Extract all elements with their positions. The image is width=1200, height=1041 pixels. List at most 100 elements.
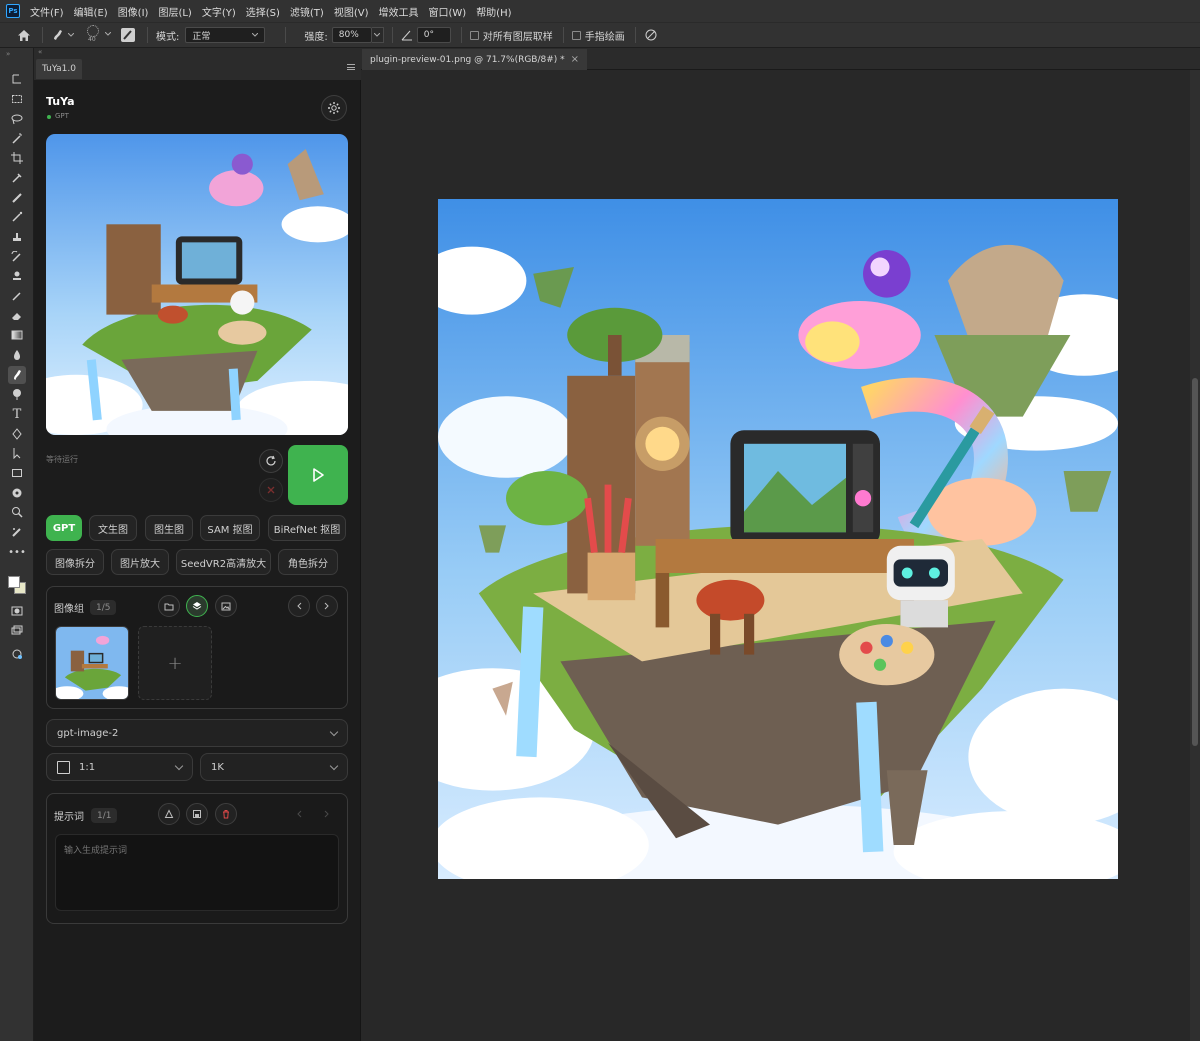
image-button[interactable] bbox=[215, 595, 237, 617]
eyedropper-tool-icon[interactable] bbox=[8, 169, 26, 187]
next-image-button[interactable] bbox=[316, 595, 338, 617]
menu-help[interactable]: 帮助(H) bbox=[476, 4, 511, 19]
layers-button[interactable] bbox=[186, 595, 208, 617]
aspect-ratio-value: 1:1 bbox=[79, 761, 96, 773]
prev-prompt-button[interactable] bbox=[293, 808, 305, 820]
menu-window[interactable]: 窗口(W) bbox=[428, 4, 466, 19]
menu-select[interactable]: 选择(S) bbox=[246, 4, 280, 19]
mode-sam-matting-button[interactable]: SAM 抠图 bbox=[200, 515, 260, 541]
mode-value: 正常 bbox=[192, 31, 211, 42]
clone-stamp-tool-icon[interactable] bbox=[8, 228, 26, 246]
chevron-left-icon bbox=[297, 810, 302, 818]
lasso-tool-icon[interactable] bbox=[8, 110, 26, 128]
document-tab[interactable]: plugin-preview-01.png @ 71.7%(RGB/8#) * … bbox=[362, 49, 588, 70]
art-history-brush-icon[interactable] bbox=[8, 287, 26, 305]
menu-plugins[interactable]: 增效工具 bbox=[378, 4, 418, 19]
pen-tool-icon[interactable] bbox=[8, 425, 26, 443]
finger-paint-label: 手指绘画 bbox=[584, 31, 625, 43]
sample-all-layers-checkbox[interactable] bbox=[469, 30, 479, 40]
type-tool-icon[interactable]: T bbox=[8, 405, 26, 423]
next-prompt-button[interactable] bbox=[321, 808, 333, 820]
mode-character-split-button[interactable]: 角色拆分 bbox=[278, 549, 338, 575]
rectangle-tool-icon[interactable] bbox=[8, 464, 26, 482]
collapse-panel-icon[interactable]: « bbox=[38, 48, 42, 56]
menu-edit[interactable]: 编辑(E) bbox=[74, 4, 108, 19]
status-dot bbox=[47, 115, 51, 119]
brush-settings-icon[interactable] bbox=[121, 28, 135, 42]
delete-prompt-button[interactable] bbox=[215, 803, 237, 825]
mode-image-to-image-button[interactable]: 图生图 bbox=[145, 515, 193, 541]
add-image-slot[interactable]: + bbox=[138, 626, 212, 700]
brush-tool-icon[interactable] bbox=[8, 208, 26, 226]
home-icon[interactable] bbox=[14, 25, 34, 45]
strength-dropdown-button[interactable] bbox=[371, 27, 384, 43]
history-brush-tool-icon[interactable] bbox=[8, 248, 26, 266]
angle-input[interactable]: 0° bbox=[416, 27, 451, 43]
photoshop-logo[interactable]: Ps bbox=[6, 4, 20, 18]
dodge-tool-icon[interactable] bbox=[8, 385, 26, 403]
mode-gpt-button[interactable]: GPT bbox=[46, 515, 82, 541]
prompt-format-button[interactable] bbox=[158, 803, 180, 825]
brush-size-picker[interactable]: 40 bbox=[83, 24, 113, 46]
run-button[interactable] bbox=[288, 445, 348, 505]
marquee-tool-icon[interactable] bbox=[8, 90, 26, 108]
scrollbar-thumb[interactable] bbox=[1192, 378, 1198, 746]
hand-tool-icon[interactable] bbox=[8, 484, 26, 502]
eraser-tool-icon[interactable] bbox=[8, 307, 26, 325]
quick-mask-icon[interactable] bbox=[8, 602, 26, 620]
aspect-ratio-select[interactable]: 1:1 bbox=[46, 753, 193, 781]
refresh-button[interactable] bbox=[259, 449, 283, 473]
mode-seedvr2-upscale-button[interactable]: SeedVR2高清放大 bbox=[176, 549, 271, 575]
crop-tool-icon[interactable] bbox=[8, 149, 26, 167]
cancel-button[interactable] bbox=[259, 478, 283, 502]
mode-birefnet-matting-button[interactable]: BiRefNet 抠图 bbox=[268, 515, 346, 541]
chevron-down-icon bbox=[174, 761, 184, 771]
prompt-textarea[interactable] bbox=[55, 834, 339, 911]
menu-image[interactable]: 图像(I) bbox=[118, 4, 149, 19]
save-prompt-button[interactable] bbox=[186, 803, 208, 825]
magic-wand-tool-icon[interactable] bbox=[8, 129, 26, 147]
blur-tool-icon[interactable] bbox=[8, 346, 26, 364]
panel-tab[interactable]: TuYa1.0 bbox=[36, 59, 82, 79]
menu-view[interactable]: 视图(V) bbox=[334, 4, 369, 19]
settings-button[interactable] bbox=[321, 95, 347, 121]
gradient-tool-icon[interactable] bbox=[8, 326, 26, 344]
screen-mode-icon[interactable] bbox=[8, 622, 26, 640]
content-aware-tool-icon[interactable] bbox=[8, 523, 26, 541]
mode-image-split-button[interactable]: 图像拆分 bbox=[46, 549, 104, 575]
pressure-icon[interactable] bbox=[644, 28, 658, 42]
image-thumbnail[interactable] bbox=[55, 626, 129, 700]
finger-paint-checkbox[interactable] bbox=[571, 30, 581, 40]
result-preview-image[interactable] bbox=[46, 134, 348, 435]
plugin-icon[interactable] bbox=[8, 645, 26, 663]
open-folder-button[interactable] bbox=[158, 595, 180, 617]
foreground-background-colors[interactable] bbox=[6, 574, 28, 596]
path-selection-tool-icon[interactable] bbox=[8, 444, 26, 462]
more-tools-icon[interactable]: ••• bbox=[8, 543, 26, 561]
prev-image-button[interactable] bbox=[288, 595, 310, 617]
model-select[interactable]: gpt-image-2 bbox=[46, 719, 348, 747]
canvas-area[interactable] bbox=[361, 70, 1190, 1041]
zoom-tool-icon[interactable] bbox=[8, 503, 26, 521]
smudge-tool-icon[interactable] bbox=[8, 366, 26, 384]
document-canvas-image[interactable] bbox=[438, 199, 1118, 879]
resolution-select[interactable]: 1K bbox=[200, 753, 348, 781]
close-icon bbox=[267, 486, 275, 494]
menu-layer[interactable]: 图层(L) bbox=[158, 4, 191, 19]
mode-image-upscale-button[interactable]: 图片放大 bbox=[111, 549, 169, 575]
foreground-color-swatch[interactable] bbox=[8, 576, 20, 588]
mode-select[interactable]: 正常 bbox=[185, 27, 266, 43]
separator bbox=[391, 27, 393, 43]
strength-input[interactable]: 80% bbox=[331, 27, 372, 43]
menu-filter[interactable]: 滤镜(T) bbox=[290, 4, 324, 19]
healing-brush-tool-icon[interactable] bbox=[8, 189, 26, 207]
mode-text-to-image-button[interactable]: 文生图 bbox=[89, 515, 137, 541]
collapse-toolbar-icon[interactable]: » bbox=[6, 50, 10, 58]
menu-file[interactable]: 文件(F) bbox=[30, 4, 64, 19]
smudge-tool-preset-icon[interactable] bbox=[51, 25, 77, 45]
move-tool-icon[interactable] bbox=[8, 70, 26, 88]
panel-menu-icon[interactable] bbox=[347, 64, 355, 70]
menu-type[interactable]: 文字(Y) bbox=[202, 4, 236, 19]
close-tab-icon[interactable]: × bbox=[571, 54, 579, 65]
stamp-tool-icon[interactable] bbox=[8, 267, 26, 285]
